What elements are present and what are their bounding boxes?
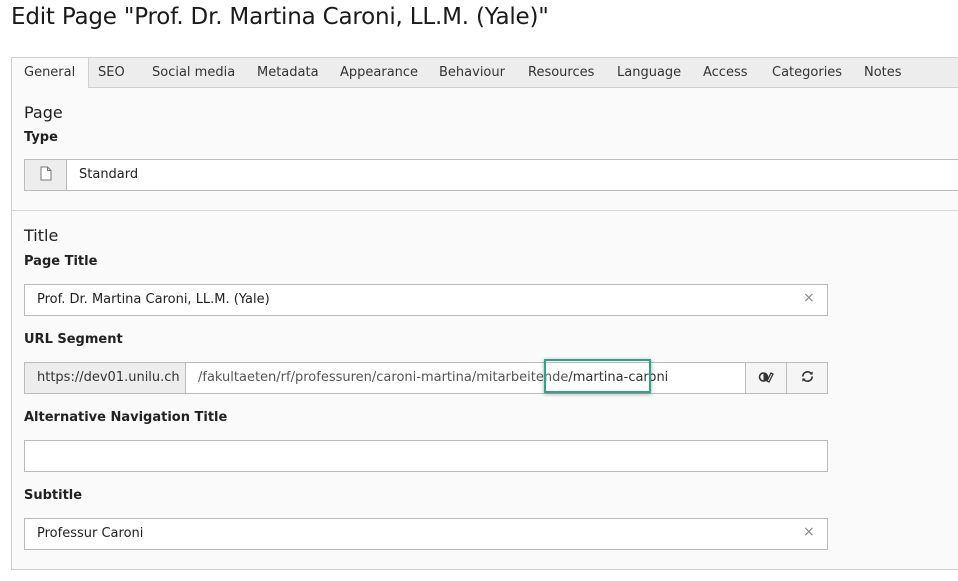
clear-subtitle-icon[interactable]: × [803, 524, 815, 540]
page-type-addon [24, 159, 67, 191]
tab-notes[interactable]: Notes [864, 58, 902, 88]
tab-seo[interactable]: SEO [98, 58, 125, 88]
alt-nav-title-label: Alternative Navigation Title [24, 410, 228, 425]
clear-page-title-icon[interactable]: × [803, 290, 815, 306]
url-segment-label: URL Segment [24, 332, 123, 347]
tab-appearance[interactable]: Appearance [340, 58, 418, 88]
section-divider [12, 210, 958, 211]
tab-language[interactable]: Language [617, 58, 681, 88]
general-tab-panel: Page Type Standard Title Page Title Prof… [11, 88, 958, 570]
tab-general[interactable]: General [12, 58, 90, 89]
toggle-edit-url-button[interactable] [745, 362, 787, 394]
alt-nav-title-input[interactable] [24, 440, 828, 472]
refresh-icon [800, 369, 815, 388]
url-prefix: https://dev01.unilu.ch [24, 362, 186, 394]
subtitle-input-value: Professur Caroni [37, 526, 144, 541]
document-icon [40, 166, 52, 185]
tab-access[interactable]: Access [703, 58, 748, 88]
subtitle-label: Subtitle [24, 488, 83, 503]
page-title-input-value: Prof. Dr. Martina Caroni, LL.M. (Yale) [37, 292, 270, 307]
tab-metadata[interactable]: Metadata [257, 58, 319, 88]
url-path: /fakultaeten/rf/professuren/caroni-marti… [198, 370, 569, 385]
subtitle-input[interactable]: Professur Caroni × [24, 518, 828, 550]
tab-behaviour[interactable]: Behaviour [439, 58, 505, 88]
page-title-input[interactable]: Prof. Dr. Martina Caroni, LL.M. (Yale) × [24, 284, 828, 316]
url-segment-input[interactable]: /fakultaeten/rf/professuren/caroni-marti… [185, 362, 746, 394]
recalculate-url-button[interactable] [786, 362, 828, 394]
page-title: Edit Page "Prof. Dr. Martina Caroni, LL.… [11, 4, 549, 30]
tab-bar: General SEO Social media Metadata Appear… [11, 57, 958, 89]
tab-categories[interactable]: Categories [772, 58, 842, 88]
page-type-select[interactable]: Standard [66, 159, 958, 191]
section-title-title: Title [24, 226, 59, 245]
url-slug-highlight [544, 359, 651, 393]
tab-social-media[interactable]: Social media [152, 58, 235, 88]
type-label: Type [24, 130, 58, 145]
tab-resources[interactable]: Resources [528, 58, 594, 88]
section-title-page: Page [24, 103, 63, 122]
page-title-label: Page Title [24, 254, 98, 269]
toggle-edit-icon [758, 369, 774, 388]
